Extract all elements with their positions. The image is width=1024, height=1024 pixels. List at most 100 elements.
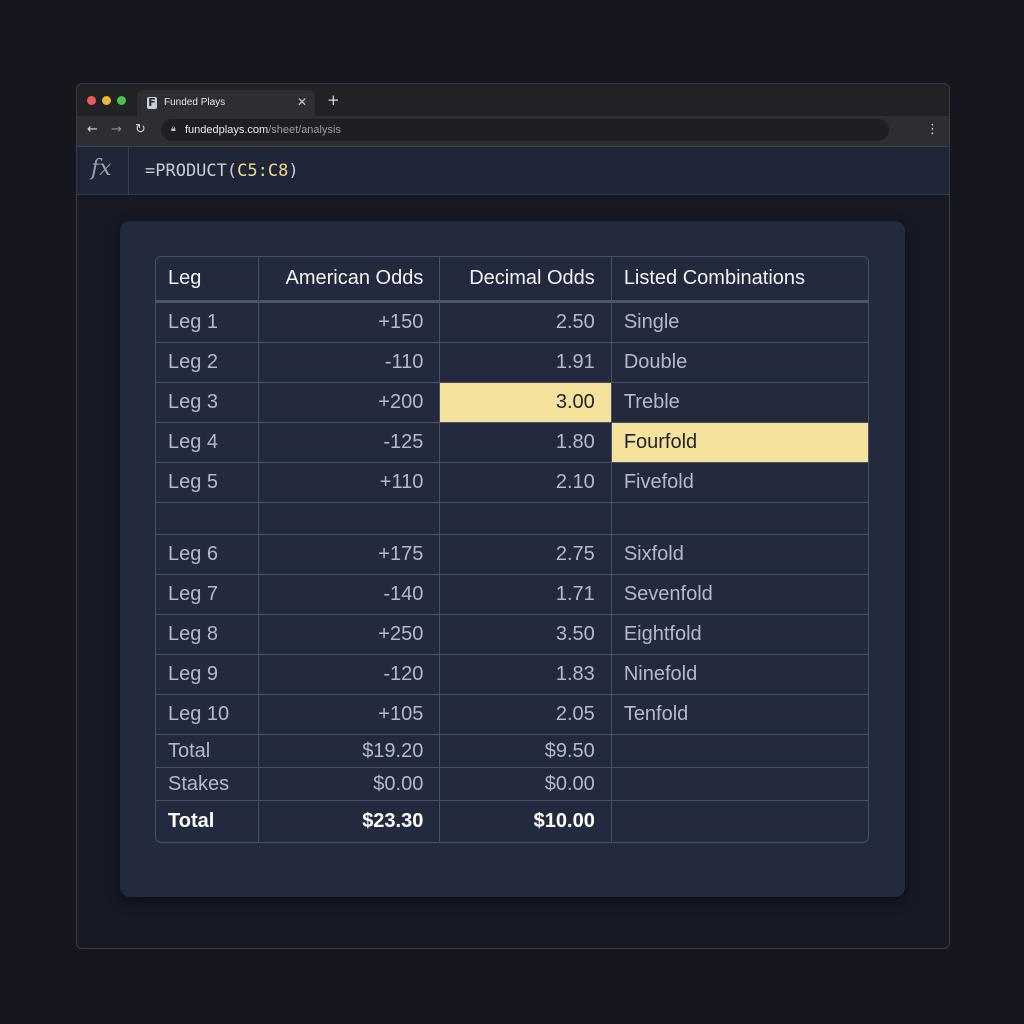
decimal-odds-cell[interactable]: 1.83 (440, 655, 612, 695)
combination-cell[interactable]: Sevenfold (611, 575, 868, 615)
new-tab-icon[interactable]: + (327, 91, 340, 109)
lock-icon: 🔒︎ (171, 124, 176, 134)
formula-input[interactable]: =PRODUCT(C5:C8) (145, 161, 299, 181)
more-menu-icon[interactable]: ⋮ (926, 122, 939, 137)
formula-bar: fx =PRODUCT(C5:C8) (77, 146, 949, 195)
decimal-odds-cell-highlighted[interactable]: 3.00 (440, 383, 612, 423)
american-odds-cell[interactable]: +250 (258, 615, 441, 655)
leg-cell[interactable]: Leg 3 (156, 383, 259, 423)
decimal-odds-cell[interactable]: 2.05 (440, 695, 612, 735)
empty-cell[interactable] (612, 801, 868, 842)
header-leg[interactable]: Leg (156, 257, 259, 303)
maximize-window-button[interactable] (117, 96, 126, 105)
american-odds-cell[interactable]: -140 (258, 575, 441, 615)
tab-bar: F Funded Plays ✕ + (77, 84, 949, 116)
decimal-odds-cell[interactable]: 3.50 (440, 615, 612, 655)
header-row: Leg American Odds Decimal Odds Listed Co… (156, 257, 868, 303)
navigation-bar: ← → ↻ 🔒︎ fundedplays.com/sheet/analysis … (77, 116, 949, 146)
leg-cell[interactable]: Leg 2 (156, 343, 259, 383)
american-odds-cell[interactable]: +200 (258, 383, 441, 423)
close-window-button[interactable] (87, 96, 96, 105)
summary-decimal-value[interactable]: $0.00 (440, 768, 612, 801)
table-row: Leg 7 -140 1.71 Sevenfold (156, 575, 868, 615)
fx-icon: fx (91, 156, 112, 181)
combination-cell[interactable]: Ninefold (611, 655, 868, 695)
empty-cell[interactable] (440, 503, 612, 535)
leg-cell[interactable]: Leg 1 (156, 303, 259, 343)
url-path: /sheet/analysis (268, 124, 341, 136)
table-row: Leg 5 +110 2.10 Fivefold (156, 463, 868, 503)
summary-decimal-value[interactable]: $10.00 (440, 801, 612, 842)
summary-american-value[interactable]: $0.00 (258, 768, 441, 801)
leg-cell[interactable]: Leg 9 (156, 655, 259, 695)
decimal-odds-cell[interactable]: 1.71 (440, 575, 612, 615)
empty-cell[interactable] (156, 503, 259, 535)
combination-cell[interactable]: Fivefold (611, 463, 868, 503)
summary-label[interactable]: Stakes (156, 768, 259, 801)
url-domain: fundedplays.com (185, 124, 269, 136)
empty-cell[interactable] (611, 503, 868, 535)
table-row: Leg 1 +150 2.50 Single (156, 303, 868, 343)
combination-cell[interactable]: Sixfold (611, 535, 868, 575)
leg-cell[interactable]: Leg 8 (156, 615, 259, 655)
american-odds-cell[interactable]: -125 (258, 423, 441, 463)
formula-reference: C5:C8 (237, 161, 289, 181)
american-odds-cell[interactable]: +150 (258, 303, 441, 343)
empty-cell[interactable] (258, 503, 441, 535)
empty-cell[interactable] (611, 768, 868, 801)
header-listed-combinations[interactable]: Listed Combinations (611, 257, 868, 303)
american-odds-cell[interactable]: +105 (258, 695, 441, 735)
sheet-panel: Leg American Odds Decimal Odds Listed Co… (120, 221, 905, 897)
url-text: fundedplays.com/sheet/analysis (185, 124, 341, 136)
close-tab-icon[interactable]: ✕ (297, 95, 307, 109)
odds-table: Leg American Odds Decimal Odds Listed Co… (155, 256, 869, 843)
decimal-odds-cell[interactable]: 1.80 (440, 423, 612, 463)
table-row: Leg 2 -110 1.91 Double (156, 343, 868, 383)
american-odds-cell[interactable]: -110 (258, 343, 441, 383)
decimal-odds-cell[interactable]: 2.10 (440, 463, 612, 503)
table-row: Leg 9 -120 1.83 Ninefold (156, 655, 868, 695)
combination-cell-highlighted[interactable]: Fourfold (611, 423, 868, 463)
table-row: Leg 4 -125 1.80 Fourfold (156, 423, 868, 463)
forward-arrow-icon[interactable]: → (111, 122, 122, 137)
browser-tab[interactable]: F Funded Plays ✕ (137, 90, 315, 116)
reload-icon[interactable]: ↻ (135, 122, 146, 137)
summary-american-value[interactable]: $23.30 (259, 801, 441, 842)
summary-row-grand-total: Total $23.30 $10.00 (156, 801, 868, 842)
decimal-odds-cell[interactable]: 2.75 (440, 535, 612, 575)
empty-cell[interactable] (611, 735, 868, 768)
combination-cell[interactable]: Eightfold (611, 615, 868, 655)
leg-cell[interactable]: Leg 4 (156, 423, 259, 463)
combination-cell[interactable]: Single (611, 303, 868, 343)
decimal-odds-cell[interactable]: 2.50 (440, 303, 612, 343)
leg-cell[interactable]: Leg 7 (156, 575, 259, 615)
address-bar[interactable]: 🔒︎ fundedplays.com/sheet/analysis (161, 119, 889, 141)
combination-cell[interactable]: Double (611, 343, 868, 383)
header-american-odds[interactable]: American Odds (258, 257, 441, 303)
leg-cell[interactable]: Leg 6 (156, 535, 259, 575)
tab-title: Funded Plays (164, 97, 226, 108)
header-decimal-odds[interactable]: Decimal Odds (440, 257, 612, 303)
table-row: Leg 3 +200 3.00 Treble (156, 383, 868, 423)
summary-american-value[interactable]: $19.20 (258, 735, 441, 768)
summary-row-total: Total $19.20 $9.50 (156, 735, 868, 768)
minimize-window-button[interactable] (102, 96, 111, 105)
summary-label[interactable]: Total (156, 735, 259, 768)
back-arrow-icon[interactable]: ← (87, 122, 98, 137)
summary-decimal-value[interactable]: $9.50 (440, 735, 612, 768)
american-odds-cell[interactable]: +110 (258, 463, 441, 503)
summary-label[interactable]: Total (156, 801, 259, 842)
leg-cell[interactable]: Leg 5 (156, 463, 259, 503)
combination-cell[interactable]: Treble (611, 383, 868, 423)
leg-cell[interactable]: Leg 10 (156, 695, 259, 735)
formula-suffix: ) (288, 161, 299, 181)
combination-cell[interactable]: Tenfold (611, 695, 868, 735)
table-row: Leg 6 +175 2.75 Sixfold (156, 535, 868, 575)
formula-prefix: =PRODUCT( (145, 161, 238, 181)
american-odds-cell[interactable]: -120 (258, 655, 441, 695)
american-odds-cell[interactable]: +175 (258, 535, 441, 575)
browser-window: F Funded Plays ✕ + ← → ↻ 🔒︎ fundedplays.… (76, 83, 950, 949)
decimal-odds-cell[interactable]: 1.91 (440, 343, 612, 383)
table-row: Leg 10 +105 2.05 Tenfold (156, 695, 868, 735)
favicon-icon: F (147, 96, 157, 109)
